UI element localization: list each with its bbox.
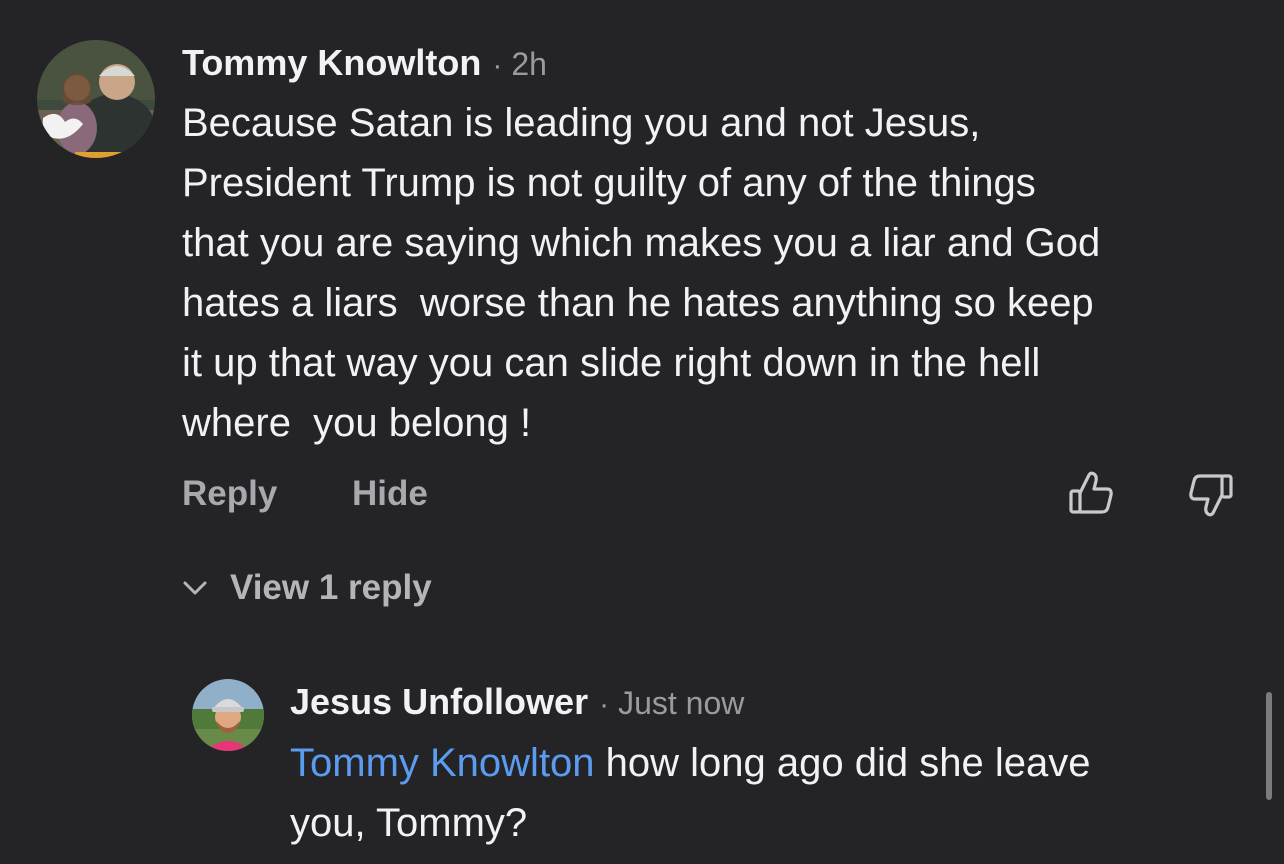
view-replies-label: View 1 reply <box>230 568 432 607</box>
separator-dot: · <box>599 688 610 721</box>
comment-text: Because Satan is leading you and not Jes… <box>182 101 1101 445</box>
comment-author-name[interactable]: Tommy Knowlton <box>182 42 481 84</box>
reply-author-name[interactable]: Jesus Unfollower <box>290 681 588 723</box>
thumbs-down-icon[interactable] <box>1184 468 1236 520</box>
mention-link[interactable]: Tommy Knowlton <box>290 741 595 785</box>
hide-button[interactable]: Hide <box>352 474 428 514</box>
reply-text-line2: you, Tommy? <box>290 801 528 845</box>
comment-header: Tommy Knowlton · 2h <box>182 42 547 84</box>
chevron-down-icon <box>183 581 207 595</box>
reply-timestamp: Just now <box>618 685 745 721</box>
reply-button[interactable]: Reply <box>182 474 277 514</box>
reply-text-line1: how long ago did she leave <box>594 741 1091 785</box>
scrollbar[interactable] <box>1266 692 1272 800</box>
view-replies-toggle[interactable]: View 1 reply <box>178 568 432 608</box>
comment-timestamp: 2h <box>511 46 547 82</box>
reply-text: Tommy Knowlton how long ago did she leav… <box>290 733 1090 853</box>
separator-dot: · <box>492 49 503 82</box>
comment-thread: Tommy Knowlton · 2h Because Satan is lea… <box>0 0 1284 864</box>
reply-header: Jesus Unfollower · Just now <box>290 681 744 723</box>
avatar-tommy-knowlton[interactable] <box>37 40 155 158</box>
thumbs-up-icon[interactable] <box>1066 468 1118 520</box>
avatar-jesus-unfollower[interactable] <box>192 679 264 751</box>
